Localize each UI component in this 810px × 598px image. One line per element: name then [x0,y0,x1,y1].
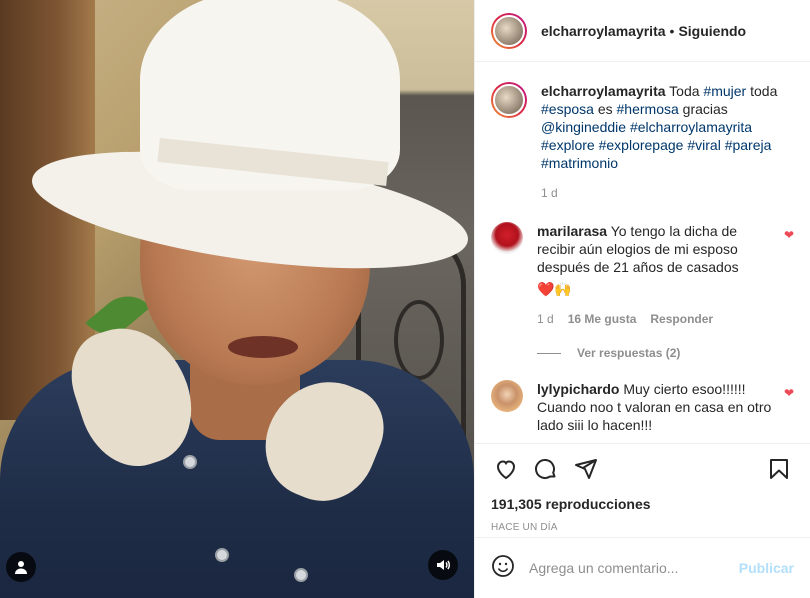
hashtag-link[interactable]: #explorepage [599,137,684,153]
hashtag-link[interactable]: #viral [687,137,720,153]
hashtag-link[interactable]: @kingineddie [541,119,626,135]
comments-list[interactable]: elcharroylamayrita Toda #mujer toda #esp… [475,62,810,442]
hashtag-link[interactable]: #esposa [541,101,594,117]
bookmark-icon[interactable] [764,454,794,484]
separator-dot: • [669,22,675,39]
comment-likes[interactable]: 16 Me gusta [568,310,637,328]
author-username[interactable]: elcharroylamayrita [541,23,666,39]
video-player[interactable] [0,0,474,598]
add-comment-bar: Publicar [475,537,810,598]
posted-time: HACE UN DÍA [491,522,558,533]
caption-fragment: es [593,101,617,117]
comment-like-heart-icon[interactable]: ❤ [784,386,794,400]
post-panel: elcharroylamayrita • Siguiendo elcharroy… [474,0,810,598]
caption-fragment: gracias [678,101,728,117]
mouth [228,336,298,358]
hashtag-link[interactable]: #elcharroylamayrita [630,119,752,135]
caption-age: 1 d [541,186,558,200]
view-replies-label: Ver respuestas (2) [577,346,681,360]
commenter-avatar[interactable] [491,380,523,412]
view-replies-button[interactable]: Ver respuestas (2) [537,346,794,360]
caption-fragment: Toda [669,83,704,99]
replies-divider [537,352,561,354]
comment-emoji: ❤️🙌 [537,281,572,297]
view-count[interactable]: 191,305 reproducciones [491,496,794,512]
comment-item: marilarasa Yo tengo la dicha de recibir … [491,222,794,328]
jacket-button [215,548,229,562]
hashtag-link[interactable]: #pareja [725,137,772,153]
emoji-icon[interactable] [491,554,515,583]
comment-age: 1 d [537,312,554,326]
sound-icon[interactable] [428,550,458,580]
reply-button[interactable]: Responder [650,310,713,328]
hashtag-link[interactable]: #mujer [703,83,746,99]
comment-icon[interactable] [531,454,561,484]
post-caption: elcharroylamayrita Toda #mujer toda #esp… [491,82,794,202]
caption-username[interactable]: elcharroylamayrita [541,83,666,99]
hashtag-link[interactable]: #explore [541,137,595,153]
gate-ornament [394,300,444,380]
comment-username[interactable]: marilarasa [537,223,607,239]
author-avatar[interactable] [491,12,527,49]
user-tag-icon[interactable] [6,552,36,582]
post-actions: 191,305 reproducciones HACE UN DÍA [475,443,810,533]
heart-icon[interactable] [491,454,521,484]
share-icon[interactable] [571,454,601,484]
comment-item: lylypichardo Muy cierto esoo!!!!!! Cuand… [491,380,794,434]
publish-button[interactable]: Publicar [739,560,794,576]
hashtag-link[interactable]: #matrimonio [541,155,618,171]
comment-like-heart-icon[interactable]: ❤ [784,228,794,242]
comment-input[interactable] [529,560,739,576]
follow-status-button[interactable]: Siguiendo [678,23,746,39]
commenter-avatar[interactable] [491,222,523,254]
hashtag-link[interactable]: #hermosa [617,101,679,117]
jacket-button [183,455,197,469]
jacket-button [294,568,308,582]
author-avatar[interactable] [491,82,527,118]
comment-username[interactable]: lylypichardo [537,381,619,397]
post-header: elcharroylamayrita • Siguiendo [475,0,810,62]
caption-fragment: toda [746,83,778,99]
